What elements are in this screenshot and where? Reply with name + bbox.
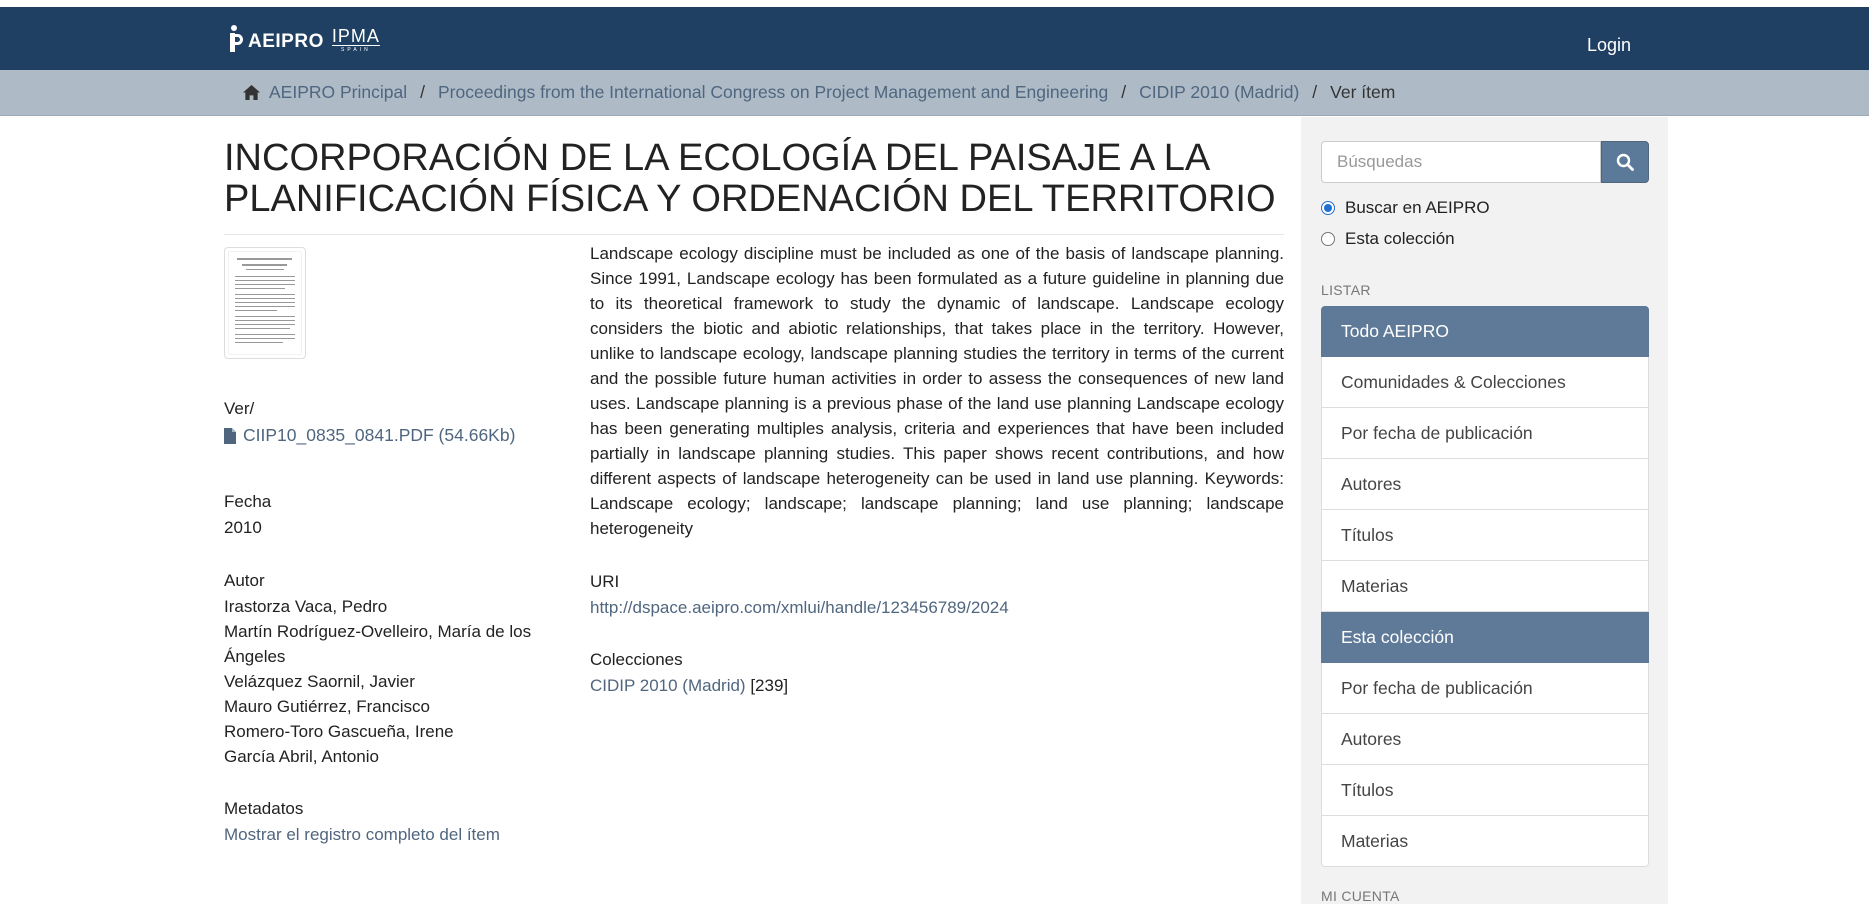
radio-search-collection[interactable]: Esta colección: [1321, 229, 1455, 249]
radio-unchecked-icon[interactable]: [1321, 232, 1335, 246]
browse-item-collection-titles[interactable]: Títulos: [1321, 765, 1649, 816]
author-list: Irastorza Vaca, Pedro Martín Rodríguez-O…: [224, 594, 554, 769]
file-download-row[interactable]: CIIP10_0835_0841.PDF (54.66Kb): [224, 425, 515, 446]
brand-ipma-text: IPMA: [331, 26, 380, 46]
login-link[interactable]: Login: [1587, 35, 1631, 56]
radio-search-collection-label: Esta colección: [1345, 229, 1455, 248]
file-icon: [224, 427, 236, 444]
author-item: García Abril, Antonio: [224, 747, 379, 766]
author-item: Martín Rodríguez-Ovelleiro, María de los…: [224, 622, 532, 666]
browse-item-titles[interactable]: Títulos: [1321, 510, 1649, 561]
collection-count: [239]: [750, 676, 789, 695]
search-icon: [1616, 153, 1634, 171]
account-heading: MI CUENTA: [1321, 888, 1400, 904]
collection-row: CIDIP 2010 (Madrid) [239]: [590, 676, 788, 696]
full-record-link[interactable]: Mostrar el registro completo del ítem: [224, 825, 500, 845]
radio-checked-icon[interactable]: [1321, 201, 1335, 215]
breadcrumb-separator: /: [420, 82, 425, 102]
author-item: Velázquez Saornil, Javier: [224, 672, 415, 691]
view-label: Ver/: [224, 399, 255, 418]
radio-search-all-label: Buscar en AEIPRO: [1345, 198, 1490, 217]
author-label: Autor: [224, 571, 265, 590]
uri-link[interactable]: http://dspace.aeipro.com/xmlui/handle/12…: [590, 598, 1009, 618]
radio-search-all[interactable]: Buscar en AEIPRO: [1321, 198, 1490, 218]
breadcrumb-separator: /: [1121, 82, 1127, 102]
collections-label: Colecciones: [590, 650, 683, 669]
collection-link[interactable]: CIDIP 2010 (Madrid): [590, 676, 746, 695]
browse-item-collection-subjects[interactable]: Materias: [1321, 816, 1649, 867]
abstract-text: Landscape ecology discipline must be inc…: [590, 244, 1284, 538]
breadcrumb-home[interactable]: AEIPRO Principal: [269, 82, 407, 103]
title-divider: [224, 234, 1284, 235]
brand-aeipro-text: AEIPRO: [248, 31, 324, 52]
uri-label: URI: [590, 572, 620, 591]
author-item: Mauro Gutiérrez, Francisco: [224, 697, 430, 716]
navbar: AEIPRO IPMA SPAIN Login: [0, 7, 1869, 70]
home-icon: [243, 84, 260, 101]
browse-item-collection-authors[interactable]: Autores: [1321, 714, 1649, 765]
browse-item-authors[interactable]: Autores: [1321, 459, 1649, 510]
browse-heading: LISTAR: [1321, 282, 1371, 298]
aeipro-logo-icon: [224, 25, 244, 53]
search-button[interactable]: [1601, 141, 1649, 183]
browse-item-communities[interactable]: Comunidades & Colecciones: [1321, 357, 1649, 408]
metadata-label: Metadatos: [224, 799, 304, 818]
browse-item-subjects[interactable]: Materias: [1321, 561, 1649, 612]
browse-item-date[interactable]: Por fecha de publicación: [1321, 408, 1649, 459]
browse-list-global: Todo AEIPRO Comunidades & Colecciones Po…: [1321, 306, 1649, 867]
top-strip: [0, 0, 1869, 7]
breadcrumb-proceedings[interactable]: Proceedings from the International Congr…: [438, 82, 1108, 103]
breadcrumb-collection[interactable]: CIDIP 2010 (Madrid): [1139, 82, 1299, 103]
browse-item-collection-date[interactable]: Por fecha de publicación: [1321, 663, 1649, 714]
breadcrumb-separator: /: [1312, 82, 1318, 102]
breadcrumb: AEIPRO Principal / Proceedings from the …: [242, 82, 1395, 103]
brand-logo[interactable]: AEIPRO IPMA SPAIN: [224, 24, 380, 54]
author-item: Irastorza Vaca, Pedro: [224, 597, 388, 616]
file-download-link[interactable]: CIIP10_0835_0841.PDF (54.66Kb): [243, 425, 515, 446]
thumbnail-page: [229, 252, 301, 354]
author-item: Romero-Toro Gascueña, Irene: [224, 722, 454, 741]
document-thumbnail[interactable]: [224, 247, 306, 359]
item-title: INCORPORACIÓN DE LA ECOLOGÍA DEL PAISAJE…: [224, 137, 1276, 220]
ipma-logo: IPMA SPAIN: [331, 26, 380, 53]
date-value: 2010: [224, 518, 262, 537]
date-label: Fecha: [224, 492, 272, 511]
breadcrumb-current: Ver ítem: [1330, 82, 1396, 102]
browse-item-all-aeipro[interactable]: Todo AEIPRO: [1321, 306, 1649, 357]
breadcrumb-bar: AEIPRO Principal / Proceedings from the …: [0, 70, 1869, 116]
search-input[interactable]: [1321, 141, 1601, 183]
browse-item-this-collection[interactable]: Esta colección: [1321, 612, 1649, 663]
brand-ipma-subtext: SPAIN: [341, 47, 371, 53]
